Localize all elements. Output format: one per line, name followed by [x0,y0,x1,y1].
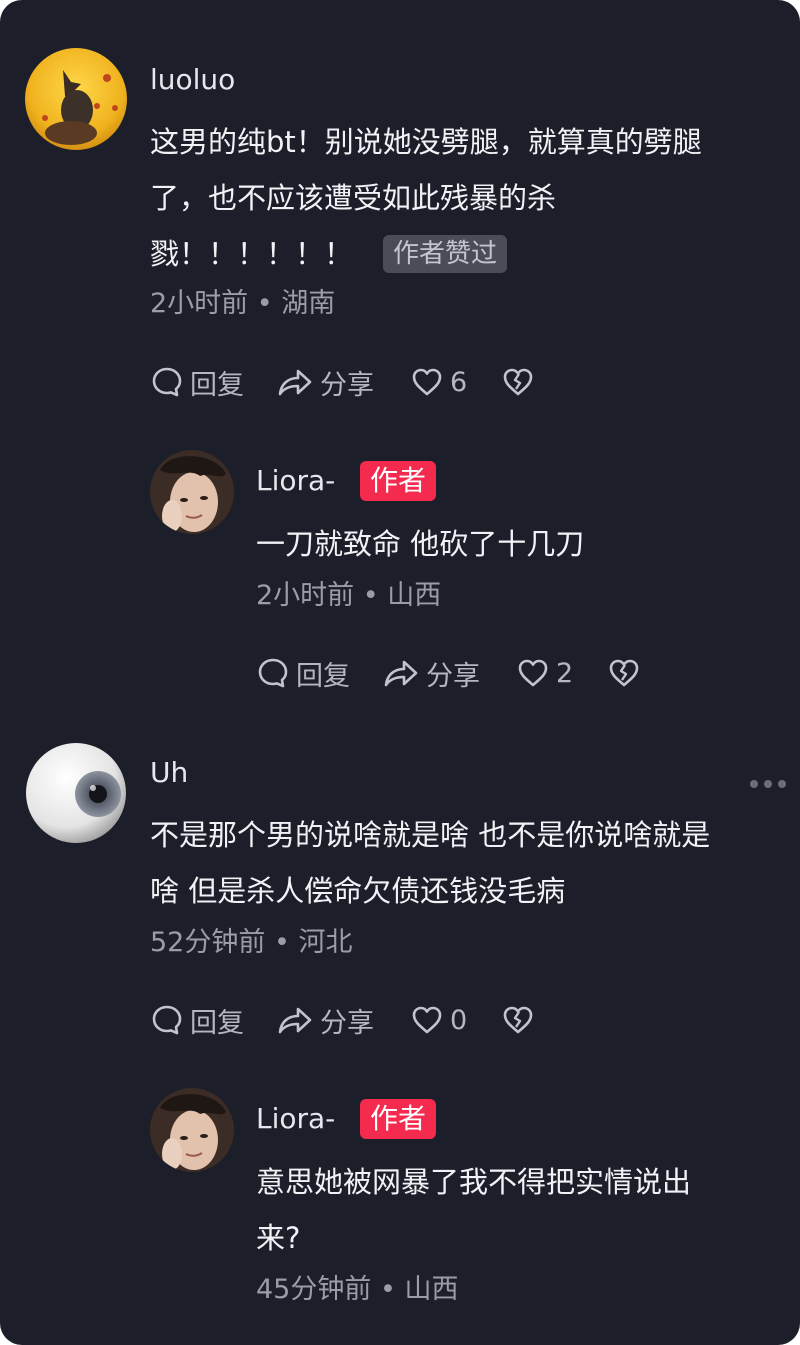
reply-button[interactable]: 回复 [150,360,244,404]
more-dots-icon[interactable] [748,778,788,790]
avatar[interactable] [25,742,127,844]
reply-label: 回复 [190,1007,244,1039]
avatar[interactable] [150,1088,234,1172]
dislike-button[interactable] [501,998,535,1042]
share-arrow-icon [384,660,418,687]
avatar[interactable] [25,48,127,150]
comment-text-line: 一刀就致命 他砍了十几刀 [256,527,585,561]
broken-heart-icon [503,1006,533,1034]
share-arrow-icon [278,369,312,396]
like-button[interactable]: 2 [516,651,573,695]
comment-text-segment: 戮！！！！！！ [150,237,354,271]
username[interactable]: Liora- [256,1101,335,1137]
comment-bubble-icon [258,658,288,688]
share-label: 分享 [426,660,480,692]
like-count: 6 [450,366,468,398]
comment-meta: 52分钟前 • 河北 [150,927,353,958]
avatar[interactable] [150,450,234,534]
share-button[interactable]: 分享 [276,998,374,1042]
reply-button[interactable]: 回复 [256,651,350,695]
action-bar: 回复 分享 6 [150,360,535,404]
like-button[interactable]: 0 [410,998,467,1042]
author-badge: 作者 [360,1099,437,1139]
author-badge: 作者 [360,461,437,501]
like-button[interactable]: 6 [410,360,467,404]
comment-text: 意思她被网暴了我不得把实情说出 来? [256,1154,691,1266]
username[interactable]: Liora- [256,463,335,499]
comment-text-line: 戮！！！！！！ 作者赞过 [150,226,702,282]
username[interactable]: Uh [150,755,188,791]
share-label: 分享 [320,369,374,401]
reply-label: 回复 [190,369,244,401]
comment-text-line: 意思她被网暴了我不得把实情说出 [256,1165,692,1199]
reply-button[interactable]: 回复 [150,998,244,1042]
comment-text: 不是那个男的说啥就是啥 也不是你说啥就是 啥 但是杀人偿命欠债还钱没毛病 [150,807,710,919]
heart-icon [518,659,548,687]
comment-meta: 2小时前 • 山西 [256,580,442,611]
share-label: 分享 [320,1007,374,1039]
action-bar: 回复 分享 0 [150,998,535,1042]
comment-text-line: 来? [256,1221,301,1255]
comment-text-line: 啥 但是杀人偿命欠债还钱没毛病 [150,874,566,908]
author-liked-badge: 作者赞过 [383,235,508,273]
broken-heart-icon [503,368,533,396]
broken-heart-icon [609,659,639,687]
dislike-button[interactable] [607,651,641,695]
action-bar: 回复 分享 2 [256,651,641,695]
comment-bubble-icon [152,1005,182,1035]
heart-icon [412,368,442,396]
comment-text-line: 了，也不应该遭受如此残暴的杀 [150,181,557,215]
comment-bubble-icon [152,367,182,397]
heart-icon [412,1006,442,1034]
reply-label: 回复 [296,660,350,692]
comment-text-line: 不是那个男的说啥就是啥 也不是你说啥就是 [150,818,711,852]
share-arrow-icon [278,1007,312,1034]
comment-meta: 2小时前 • 湖南 [150,288,336,319]
share-button[interactable]: 分享 [382,651,480,695]
dislike-button[interactable] [501,360,535,404]
share-button[interactable]: 分享 [276,360,374,404]
like-count: 2 [556,657,574,689]
comment-meta: 45分钟前 • 山西 [256,1274,459,1305]
comment-text-line: 这男的纯bt！别说她没劈腿，就算真的劈腿 [150,125,702,159]
username[interactable]: luoluo [150,62,235,98]
like-count: 0 [450,1004,468,1036]
comment-text: 一刀就致命 他砍了十几刀 [256,516,584,572]
comment-panel: luoluo 这男的纯bt！别说她没劈腿，就算真的劈腿 了，也不应该遭受如此残暴… [0,0,800,1345]
comment-text: 这男的纯bt！别说她没劈腿，就算真的劈腿 了，也不应该遭受如此残暴的杀 戮！！！… [150,114,702,282]
